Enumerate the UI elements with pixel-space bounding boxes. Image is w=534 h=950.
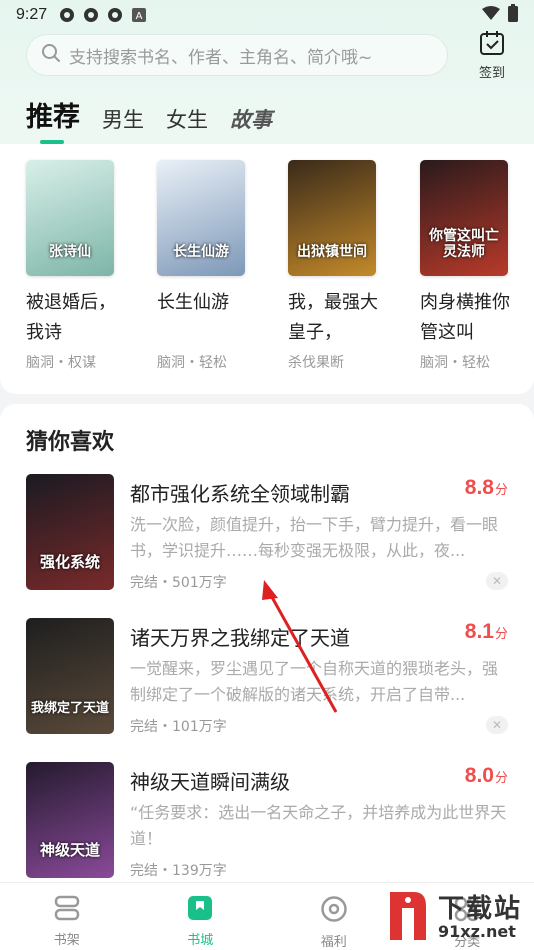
app-icon (107, 7, 123, 23)
nav-bookshelf[interactable]: 书架 (0, 883, 134, 950)
nav-label: 书架 (53, 933, 80, 948)
book-title: 我，最强大皇子， (288, 292, 378, 343)
list-item[interactable]: 神级天道 神级天道瞬间满级 8.0分 “任务要求：选出一名天命之子，并培养成为此… (26, 762, 508, 880)
signin-label: 签到 (478, 66, 505, 81)
tab-female[interactable]: 女生 (166, 104, 208, 134)
book-tags: 脑洞・轻松 (420, 355, 490, 371)
signin-button[interactable]: 签到 (470, 30, 514, 81)
watermark-logo-icon (386, 888, 432, 948)
book-cover: 张诗仙 (26, 160, 114, 276)
nav-bookstore[interactable]: 书城 (134, 883, 268, 950)
tab-recommend[interactable]: 推荐 (26, 95, 80, 144)
nav-label: 书城 (187, 933, 214, 948)
app-icon (83, 7, 99, 23)
search-bar[interactable]: 支持搜索书名、作者、主角名、简介哦~ (26, 34, 448, 76)
guess-section: 猜你喜欢 强化系统 都市强化系统全领域制霸 8.8分 洗一次脸，颜值提升，抬一下… (0, 404, 534, 882)
book-title: 都市强化系统全领域制霸 (130, 482, 350, 506)
book-score: 8.0分 (464, 764, 508, 787)
book-meta: 完结・139万字 (130, 863, 227, 879)
book-title: 诸天万界之我绑定了天道 (130, 626, 350, 650)
book-description: 洗一次脸，颜值提升，抬一下手，臂力提升，看一眼书，学识提升……每秒变强无极限，从… (130, 515, 499, 560)
watermark: 下载站 91xz.net (386, 886, 534, 950)
close-icon: ✕ (491, 718, 503, 732)
section-heading: 猜你喜欢 (26, 430, 115, 455)
status-bar: 9:27 A (0, 0, 534, 30)
dismiss-button[interactable]: ✕ (486, 572, 508, 590)
welfare-icon (320, 895, 348, 927)
watermark-title: 下载站 (438, 894, 523, 924)
wifi-icon (482, 6, 500, 24)
book-title: 长生仙游 (157, 292, 229, 313)
tab-story[interactable]: 故事 (230, 104, 272, 134)
book-meta: 完结・501万字 (130, 575, 227, 591)
recommend-book[interactable]: 长生仙游 长生仙游 脑洞・轻松 (157, 160, 245, 372)
recommend-section: 张诗仙 被退婚后，我诗 脑洞・权谋 长生仙游 长生仙游 脑洞・轻松 出狱镇世间 … (0, 144, 534, 394)
nav-label: 福利 (320, 935, 347, 950)
book-cover: 你管这叫亡灵法师 (420, 160, 508, 276)
bookstore-icon (187, 895, 213, 925)
tab-male[interactable]: 男生 (102, 104, 144, 134)
recommend-book[interactable]: 你管这叫亡灵法师 肉身横推你管这叫 脑洞・轻松 (420, 160, 510, 372)
close-icon: ✕ (491, 574, 503, 588)
svg-text:A: A (136, 11, 143, 22)
book-score: 8.1分 (464, 620, 508, 643)
search-placeholder: 支持搜索书名、作者、主角名、简介哦~ (69, 47, 373, 68)
book-title: 被退婚后，我诗 (26, 292, 116, 343)
watermark-url: 91xz.net (438, 922, 516, 941)
battery-icon (508, 4, 518, 26)
app-icon (59, 7, 75, 23)
list-item[interactable]: 我绑定了天道 诸天万界之我绑定了天道 8.1分 一觉醒来，罗尘遇见了一个自称天道… (26, 618, 508, 736)
dismiss-button[interactable]: ✕ (486, 716, 508, 734)
book-meta: 完结・101万字 (130, 719, 227, 735)
book-cover: 神级天道 (26, 762, 114, 878)
book-tags: 杀伐果断 (288, 355, 344, 371)
bookshelf-icon (53, 895, 81, 925)
nav-welfare[interactable]: 福利 (267, 883, 401, 950)
book-description: 一觉醒来，罗尘遇见了一个自称天道的猥琐老头，强制绑定了一个破解版的诸天系统，开启… (130, 659, 499, 704)
category-tabs: 推荐 男生 女生 故事 (26, 95, 294, 144)
status-time: 9:27 (16, 6, 48, 23)
book-title: 神级天道瞬间满级 (130, 770, 290, 794)
calendar-check-icon (479, 30, 505, 60)
book-tags: 脑洞・权谋 (26, 355, 96, 371)
recommend-book[interactable]: 张诗仙 被退婚后，我诗 脑洞・权谋 (26, 160, 116, 372)
book-cover: 我绑定了天道 (26, 618, 114, 734)
book-title: 肉身横推你管这叫 (420, 292, 510, 343)
list-item[interactable]: 强化系统 都市强化系统全领域制霸 8.8分 洗一次脸，颜值提升，抬一下手，臂力提… (26, 474, 508, 592)
recommend-book[interactable]: 出狱镇世间 我，最强大皇子， 杀伐果断 (288, 160, 378, 372)
book-tags: 脑洞・轻松 (157, 355, 227, 371)
book-description: “任务要求：选出一名天命之子，并培养成为此世界天道！ (130, 803, 507, 848)
search-icon (41, 43, 61, 67)
a-icon: A (131, 7, 147, 23)
book-cover: 强化系统 (26, 474, 114, 590)
book-score: 8.8分 (464, 476, 508, 499)
book-cover: 出狱镇世间 (288, 160, 376, 276)
book-cover: 长生仙游 (157, 160, 245, 276)
